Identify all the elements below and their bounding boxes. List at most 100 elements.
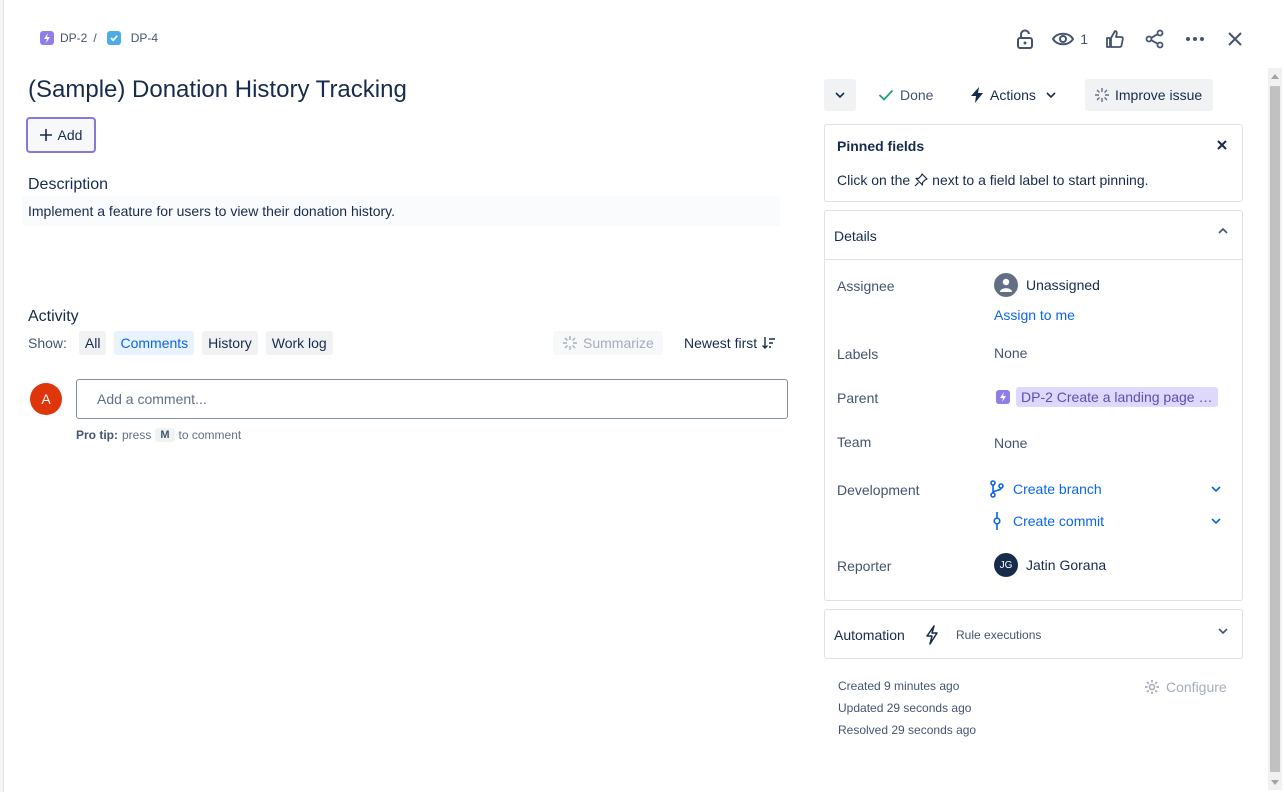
- scroll-down-arrow-icon[interactable]: [1268, 774, 1282, 790]
- filter-work-log[interactable]: Work log: [265, 331, 333, 355]
- labels-label: Labels: [837, 346, 879, 362]
- pin-icon: [914, 173, 928, 187]
- lock-icon[interactable]: [1012, 26, 1038, 52]
- check-icon: [878, 89, 894, 101]
- activity-heading: Activity: [28, 308, 79, 325]
- scroll-up-arrow-icon[interactable]: [1268, 68, 1282, 84]
- create-branch-button[interactable]: Create branch: [989, 480, 1221, 498]
- pinned-hint-after: next to a field label to start pinning.: [932, 172, 1149, 188]
- more-options-icon[interactable]: [1182, 26, 1208, 52]
- chevron-down-icon: [1211, 518, 1221, 524]
- sort-order-button[interactable]: Newest first: [684, 331, 776, 355]
- watch-count: 1: [1080, 31, 1088, 47]
- close-icon[interactable]: [1214, 137, 1230, 153]
- breadcrumb-current-link[interactable]: DP-4: [131, 31, 158, 45]
- gear-icon: [1145, 680, 1159, 694]
- issue-title[interactable]: (Sample) Donation History Tracking: [28, 76, 407, 104]
- filter-comments[interactable]: Comments: [114, 331, 195, 355]
- close-icon[interactable]: [1222, 26, 1248, 52]
- reporter-avatar: JG: [994, 553, 1018, 577]
- details-heading: Details: [834, 228, 877, 244]
- assignee-value[interactable]: Unassigned: [994, 273, 1100, 297]
- lightning-icon: [926, 625, 938, 645]
- avatar: A: [30, 383, 62, 415]
- filter-history[interactable]: History: [202, 331, 258, 355]
- epic-icon: [40, 31, 54, 45]
- breadcrumb-separator: /: [93, 31, 97, 45]
- sort-label: Newest first: [684, 335, 758, 351]
- improve-issue-button[interactable]: Improve issue: [1085, 79, 1213, 111]
- eye-icon: [1052, 32, 1075, 46]
- chevron-down-icon: [1218, 628, 1228, 634]
- chevron-down-icon: [835, 92, 845, 98]
- chevron-down-icon: [1211, 486, 1221, 492]
- reporter-value[interactable]: JG Jatin Gorana: [994, 553, 1106, 577]
- pinned-fields-heading: Pinned fields: [837, 138, 925, 154]
- activity-filters: Show: All Comments History Work log: [28, 331, 333, 355]
- scrollbar-thumb[interactable]: [1270, 86, 1280, 772]
- add-button[interactable]: Add: [26, 117, 96, 153]
- updated-timestamp: Updated 29 seconds ago: [838, 701, 972, 715]
- team-label: Team: [837, 434, 872, 450]
- reporter-name: Jatin Gorana: [1026, 557, 1107, 573]
- configure-button[interactable]: Configure: [1144, 679, 1227, 695]
- show-label: Show:: [28, 335, 67, 351]
- unassigned-avatar-icon: [994, 273, 1018, 297]
- create-commit-button[interactable]: Create commit: [989, 512, 1221, 530]
- protip-key: M: [155, 428, 175, 442]
- comment-input[interactable]: [76, 379, 788, 419]
- parent-label: Parent: [837, 390, 879, 406]
- labels-value[interactable]: None: [994, 345, 1027, 361]
- issue-toolbar: 1: [1012, 26, 1248, 52]
- avatar-initial: A: [41, 391, 51, 407]
- configure-label: Configure: [1166, 679, 1227, 695]
- status-label: Done: [900, 87, 934, 103]
- share-icon[interactable]: [1142, 26, 1168, 52]
- chevron-down-icon: [1046, 92, 1056, 98]
- parent-value[interactable]: DP-2 Create a landing page f...: [996, 387, 1218, 407]
- breadcrumb: DP-2 / DP-4: [40, 31, 158, 45]
- assign-to-me-link[interactable]: Assign to me: [994, 307, 1075, 323]
- assignee-label: Assignee: [837, 278, 895, 294]
- breadcrumb-parent-link[interactable]: DP-2: [60, 31, 87, 45]
- filter-all[interactable]: All: [78, 331, 107, 355]
- automation-panel[interactable]: Automation Rule executions: [824, 609, 1243, 659]
- protip-prefix: Pro tip:: [76, 428, 118, 442]
- summarize-button[interactable]: Summarize: [553, 331, 663, 355]
- status-dropdown-button[interactable]: [824, 79, 856, 111]
- background-window-edge: [0, 0, 4, 792]
- pinned-fields-hint: Click on the next to a field label to st…: [837, 172, 1149, 188]
- like-icon[interactable]: [1102, 26, 1128, 52]
- actions-button[interactable]: Actions: [962, 79, 1064, 111]
- epic-icon: [996, 390, 1010, 404]
- protip-suffix: to comment: [178, 428, 242, 442]
- automation-heading: Automation: [834, 627, 905, 643]
- status-button[interactable]: Done: [870, 79, 941, 111]
- protip-press: press: [122, 428, 152, 442]
- chevron-up-icon: [1218, 228, 1228, 234]
- pinned-fields-panel: Pinned fields Click on the next to a fie…: [824, 124, 1243, 202]
- watch-button[interactable]: 1: [1052, 31, 1088, 47]
- development-label: Development: [837, 482, 920, 498]
- sparkle-icon: [1095, 88, 1109, 102]
- commit-icon: [993, 512, 1001, 530]
- details-panel: Details Assignee Unassigned Assign to me…: [824, 210, 1243, 601]
- sort-icon: [762, 337, 776, 349]
- create-commit-label: Create commit: [1013, 513, 1105, 529]
- sparkle-icon: [563, 336, 577, 350]
- improve-issue-label: Improve issue: [1115, 87, 1203, 103]
- plus-icon: [39, 129, 52, 141]
- created-timestamp: Created 9 minutes ago: [838, 679, 960, 693]
- pro-tip: Pro tip: press M to comment: [76, 428, 241, 442]
- parent-link[interactable]: DP-2 Create a landing page f...: [1016, 387, 1218, 407]
- reporter-label: Reporter: [837, 558, 892, 574]
- description-field[interactable]: Implement a feature for users to view th…: [22, 196, 780, 226]
- assignee-name: Unassigned: [1026, 277, 1100, 293]
- description-heading: Description: [28, 176, 109, 193]
- actions-label: Actions: [990, 87, 1036, 103]
- add-button-label: Add: [57, 127, 83, 143]
- task-icon: [106, 31, 121, 45]
- team-value[interactable]: None: [994, 435, 1027, 451]
- details-header[interactable]: Details: [825, 211, 1242, 260]
- lightning-icon: [971, 87, 983, 103]
